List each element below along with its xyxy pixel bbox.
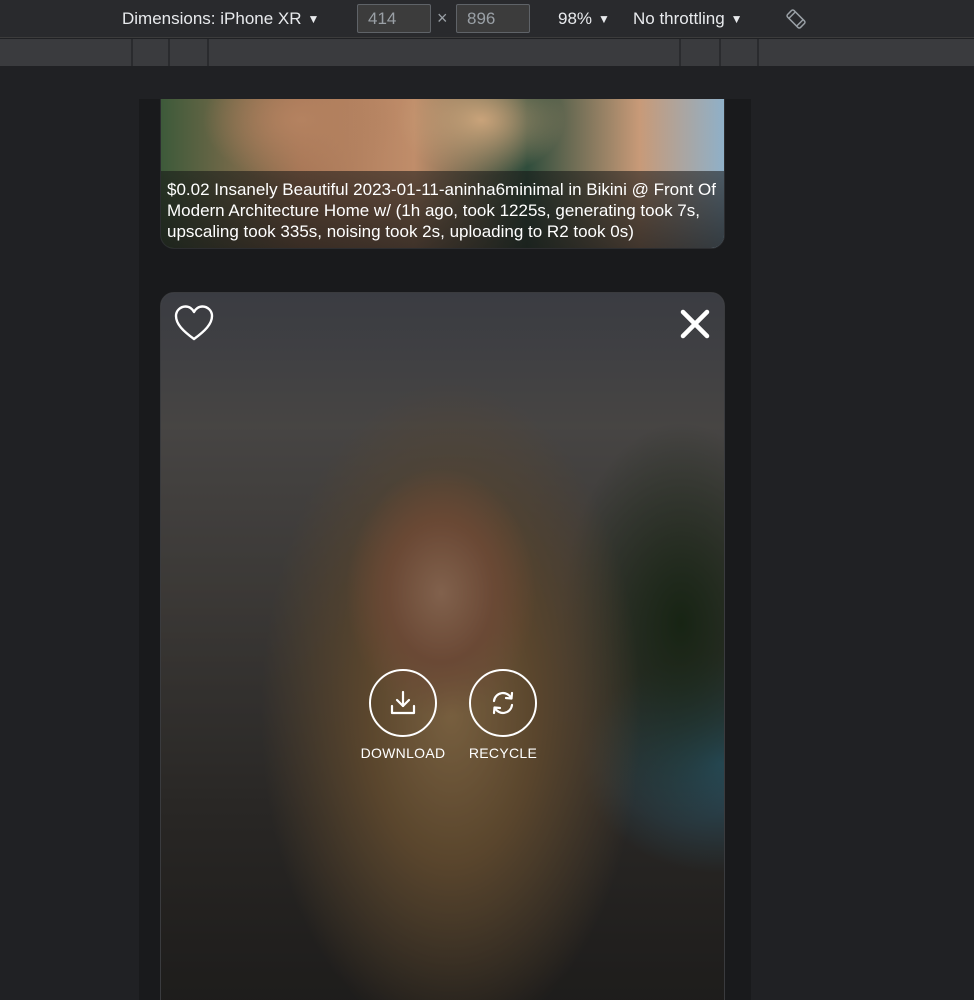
- image-actions: DOWNLOAD RECYCLE: [353, 669, 543, 769]
- download-label: DOWNLOAD: [360, 745, 446, 761]
- image-caption: $0.02 Insanely Beautiful 2023-01-11-anin…: [161, 171, 724, 248]
- ruler-divider: [719, 39, 721, 66]
- rotate-device-icon[interactable]: [785, 8, 807, 30]
- caret-down-icon: ▼: [730, 12, 743, 26]
- zoom-value: 98%: [558, 9, 593, 28]
- download-button[interactable]: DOWNLOAD: [353, 669, 453, 761]
- ruler-divider: [757, 39, 759, 66]
- times-separator: ×: [437, 8, 448, 28]
- device-toolbar: Dimensions: iPhone XR ▼ × 98% ▼ No throt…: [0, 0, 974, 38]
- ruler-divider: [207, 39, 209, 66]
- heart-outline-icon[interactable]: [173, 303, 215, 343]
- width-input[interactable]: [357, 4, 431, 33]
- image-card-active: DOWNLOAD RECYCLE: [160, 292, 725, 1000]
- caret-down-icon: ▼: [598, 12, 610, 26]
- ruler-divider: [168, 39, 170, 66]
- recycle-button[interactable]: RECYCLE: [453, 669, 553, 761]
- media-query-ruler[interactable]: [0, 39, 974, 66]
- device-viewport: $0.02 Insanely Beautiful 2023-01-11-anin…: [139, 99, 751, 1000]
- download-icon: [390, 690, 416, 715]
- refresh-icon: [492, 691, 514, 715]
- recycle-circle: [469, 669, 537, 737]
- close-x-icon[interactable]: [678, 307, 712, 341]
- ruler-divider: [131, 39, 133, 66]
- image-card[interactable]: $0.02 Insanely Beautiful 2023-01-11-anin…: [160, 99, 725, 249]
- zoom-selector[interactable]: 98% ▼: [558, 9, 610, 29]
- device-label: Dimensions: iPhone XR: [122, 9, 302, 28]
- throttle-value: No throttling: [633, 9, 725, 28]
- device-selector[interactable]: Dimensions: iPhone XR ▼: [122, 9, 319, 29]
- throttle-selector[interactable]: No throttling ▼: [633, 9, 743, 29]
- height-input[interactable]: [456, 4, 530, 33]
- download-circle: [369, 669, 437, 737]
- caret-down-icon: ▼: [307, 12, 320, 26]
- ruler-divider: [679, 39, 681, 66]
- recycle-label: RECYCLE: [468, 745, 538, 761]
- overlay-shade: [161, 293, 724, 1000]
